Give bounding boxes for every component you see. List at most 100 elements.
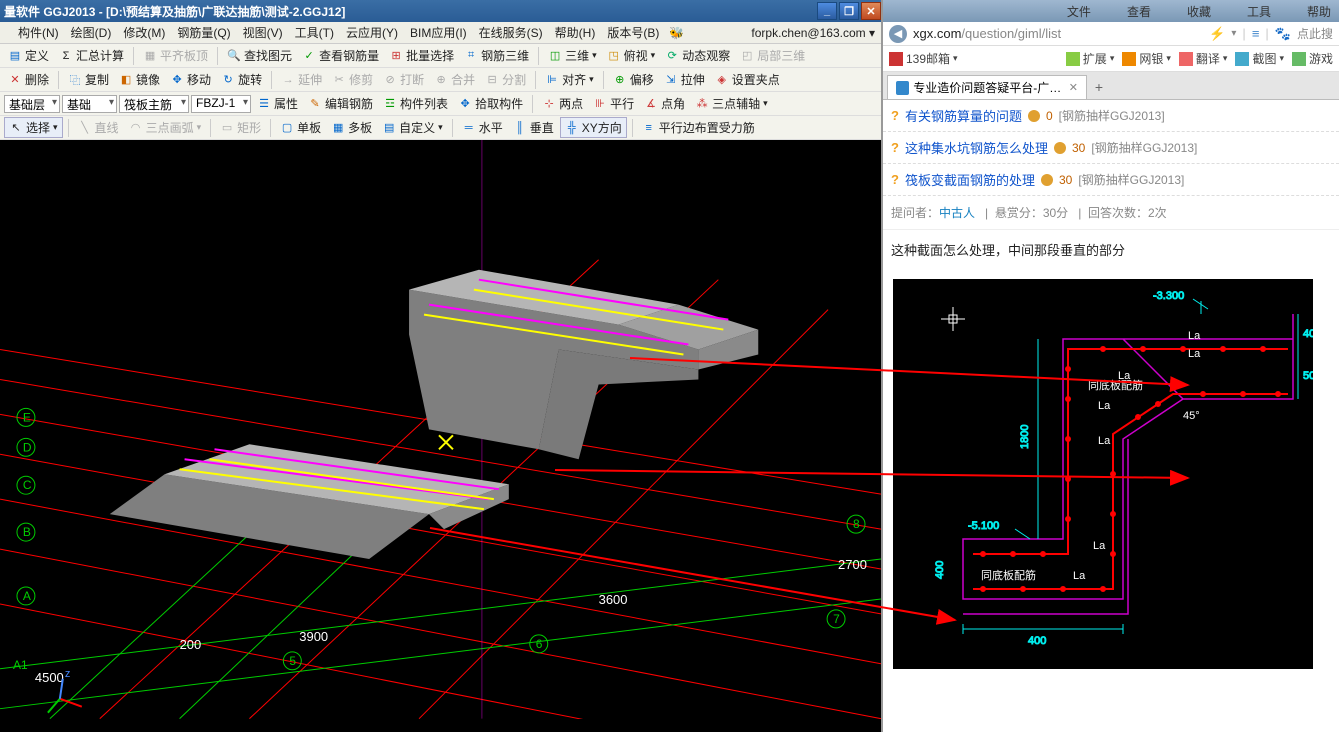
viewport-3d[interactable]: E D C B A A1 5 6 7 8 4500 3900 3600 2700… (0, 140, 881, 732)
ver-button[interactable]: ║垂直 (509, 118, 558, 137)
findmap-button[interactable]: 🔍查找图元 (223, 46, 296, 65)
align-button[interactable]: ⊫对齐▾ (541, 70, 598, 89)
menu-component[interactable]: 构件(N) (12, 24, 65, 41)
menu-view[interactable]: 视图(V) (237, 24, 289, 41)
section-diagram: -3.300 -5.100 1800 400 500 400 400 同底板配筋… (893, 279, 1313, 669)
br-menu-view[interactable]: 查看 (1119, 3, 1159, 20)
layer-dropdown[interactable]: 基础层 (4, 95, 60, 113)
back-button[interactable]: ◀ (889, 25, 907, 43)
select-button[interactable]: ↖选择▾ (4, 117, 63, 138)
bank-tool[interactable]: 网银▾ (1122, 50, 1171, 67)
offset-button[interactable]: ⊕偏移 (609, 70, 658, 89)
viewport-canvas: E D C B A A1 5 6 7 8 4500 3900 3600 2700… (0, 140, 881, 719)
rect-button[interactable]: ▭矩形 (216, 118, 265, 137)
question-icon: ? (891, 140, 899, 155)
menu-rebar[interactable]: 钢筋量(Q) (171, 24, 236, 41)
flash-icon[interactable]: ⚡ (1209, 26, 1225, 42)
dyn-button[interactable]: ⟳动态观察 (661, 46, 734, 65)
member-dropdown[interactable]: 筏板主筋 (119, 95, 189, 113)
paw-icon[interactable]: 🐾 (1275, 26, 1291, 42)
pick-button[interactable]: ✥拾取构件 (454, 94, 527, 113)
three-button[interactable]: ⁂三点辅轴▾ (691, 94, 772, 113)
minimize-button[interactable]: _ (817, 2, 837, 20)
category-dropdown[interactable]: 基础 (62, 95, 117, 113)
tab-add-button[interactable]: + (1089, 77, 1109, 97)
user-email[interactable]: forpk.chen@163.com ▾ (751, 26, 881, 40)
single-button[interactable]: ▢单板 (276, 118, 325, 137)
question-title[interactable]: 筏板变截面钢筋的处理 (905, 170, 1035, 189)
list-button[interactable]: ☲构件列表 (379, 94, 452, 113)
viewgj-button[interactable]: ✓查看钢筋量 (298, 46, 383, 65)
ang-button[interactable]: ∡点角 (640, 94, 689, 113)
merge-button[interactable]: ⊕合并 (430, 70, 479, 89)
prop-button[interactable]: ☰属性 (253, 94, 302, 113)
3d-button[interactable]: ◫三维▾ (544, 46, 601, 65)
delete-button[interactable]: ✕删除 (4, 70, 53, 89)
menu-modify[interactable]: 修改(M) (117, 24, 171, 41)
question-item[interactable]: ? 筏板变截面钢筋的处理 30 [钢筋抽样GGJ2013] (883, 164, 1339, 196)
editgj-button[interactable]: ✎编辑钢筋 (304, 94, 377, 113)
menu-help[interactable]: 帮助(H) (549, 24, 602, 41)
browser-tab[interactable]: 专业造价问题答疑平台-广联达✕ (887, 75, 1087, 99)
svg-text:La: La (1093, 540, 1106, 552)
br-menu-file[interactable]: 文件 (1059, 3, 1099, 20)
menu-online[interactable]: 在线服务(S) (473, 24, 549, 41)
split-button[interactable]: ⊟分割 (481, 70, 530, 89)
arc3-button[interactable]: ◠三点画弧▾ (125, 118, 206, 137)
local3d-button[interactable]: ◰局部三维 (736, 46, 809, 65)
menu-bim[interactable]: BIM应用(I) (404, 24, 473, 41)
tab-close-icon[interactable]: ✕ (1069, 81, 1078, 94)
multi-button[interactable]: ▦多板 (327, 118, 376, 137)
hor-button[interactable]: ═水平 (458, 118, 507, 137)
edge-button[interactable]: ≡平行边布置受力筋 (638, 118, 759, 137)
copy-button[interactable]: ⿻复制 (64, 70, 113, 89)
para-button[interactable]: ⊪平行 (589, 94, 638, 113)
custom-button[interactable]: ▤自定义▾ (378, 118, 447, 137)
asker-link[interactable]: 中古人 (939, 206, 975, 220)
url-field[interactable]: xgx.com/question/giml/list (913, 26, 1209, 41)
cap-tool[interactable]: 截图▾ (1235, 50, 1284, 67)
slab-button[interactable]: ▦平齐板顶 (139, 46, 212, 65)
code-dropdown[interactable]: FBZJ-1 (191, 95, 251, 113)
extend-button[interactable]: →延伸 (277, 70, 326, 89)
question-title[interactable]: 有关钢筋算量的问题 (905, 106, 1022, 125)
close-button[interactable]: ✕ (861, 2, 881, 20)
move-button[interactable]: ✥移动 (166, 70, 215, 89)
question-item[interactable]: ? 这种集水坑钢筋怎么处理 30 [钢筋抽样GGJ2013] (883, 132, 1339, 164)
br-menu-fav[interactable]: 收藏 (1179, 3, 1219, 20)
toolbar-2: ✕删除 ⿻复制 ◧镜像 ✥移动 ↻旋转 →延伸 ✂修剪 ⊘打断 ⊕合并 ⊟分割 … (0, 68, 881, 92)
svg-text:3900: 3900 (299, 629, 328, 644)
question-item[interactable]: ? 有关钢筋算量的问题 0 [钢筋抽样GGJ2013] (883, 100, 1339, 132)
define-button[interactable]: ▤定义 (4, 46, 53, 65)
batch-button[interactable]: ⊞批量选择 (385, 46, 458, 65)
maximize-button[interactable]: ❐ (839, 2, 859, 20)
br-menu-tool[interactable]: 工具 (1239, 3, 1279, 20)
trim-button[interactable]: ✂修剪 (328, 70, 377, 89)
question-title[interactable]: 这种集水坑钢筋怎么处理 (905, 138, 1048, 157)
svg-text:D: D (23, 440, 32, 454)
trans-tool[interactable]: 翻译▾ (1179, 50, 1228, 67)
mirror-button[interactable]: ◧镜像 (115, 70, 164, 89)
game-tool[interactable]: 游戏 (1292, 50, 1333, 67)
svg-text:La: La (1118, 370, 1131, 382)
compat-icon[interactable]: ≡ (1252, 26, 1260, 41)
xy-button[interactable]: ╬XY方向 (560, 117, 627, 138)
grip-button[interactable]: ◈设置夹点 (711, 70, 784, 89)
stretch-button[interactable]: ⇲拉伸 (660, 70, 709, 89)
line-button[interactable]: ╲直线 (74, 118, 123, 137)
menu-version[interactable]: 版本号(B) (601, 24, 665, 41)
gj3d-button[interactable]: ⌗钢筋三维 (460, 46, 533, 65)
sum-button[interactable]: Σ汇总计算 (55, 46, 128, 65)
rotate-button[interactable]: ↻旋转 (217, 70, 266, 89)
menu-draw[interactable]: 绘图(D) (65, 24, 118, 41)
ext-tool[interactable]: 扩展▾ (1066, 50, 1115, 67)
mail-tool[interactable]: 139邮箱▾ (889, 50, 958, 67)
two-button[interactable]: ⊹两点 (538, 94, 587, 113)
browser-tabstrip: 专业造价问题答疑平台-广联达✕ + (883, 72, 1339, 100)
menu-cloud[interactable]: 云应用(Y) (340, 24, 404, 41)
top-button[interactable]: ◳俯视▾ (603, 46, 660, 65)
menu-tool[interactable]: 工具(T) (289, 24, 340, 41)
svg-text:500: 500 (1303, 370, 1313, 382)
br-menu-help[interactable]: 帮助 (1299, 3, 1339, 20)
break-button[interactable]: ⊘打断 (379, 70, 428, 89)
